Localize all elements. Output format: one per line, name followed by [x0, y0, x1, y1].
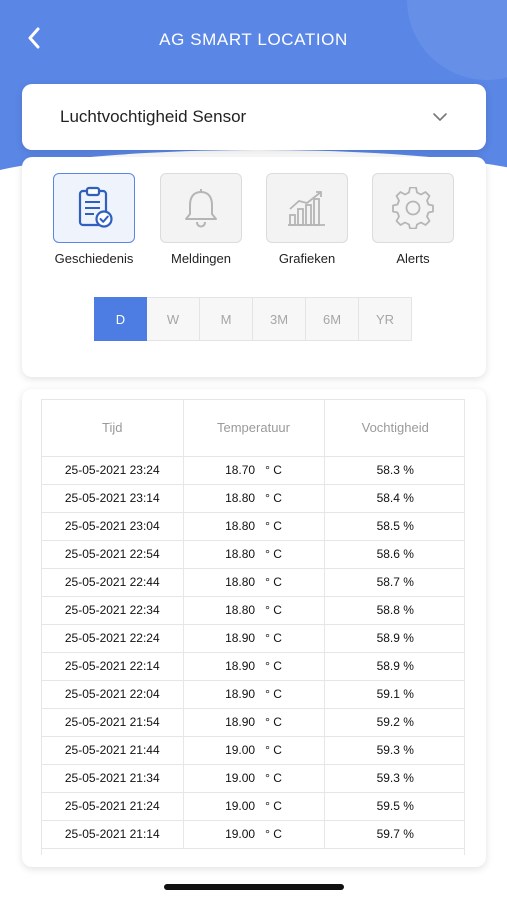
- menu-icon-box: [266, 173, 348, 243]
- cell-time: 25-05-2021 21:54: [42, 708, 184, 737]
- table-row: 25-05-2021 21:14 19.00 ° C 59.7 %: [42, 820, 464, 849]
- cell-temperature: 18.80 ° C: [183, 568, 325, 597]
- period-button-6m[interactable]: 6M: [306, 297, 359, 341]
- menu-item-alerts[interactable]: Alerts: [363, 173, 463, 266]
- cell-time: 25-05-2021 22:34: [42, 596, 184, 625]
- cell-humidity: 58.9 %: [324, 624, 464, 653]
- app-screen: AG SMART LOCATION Luchtvochtigheid Senso…: [0, 0, 507, 900]
- cell-humidity: 59.1 %: [324, 680, 464, 709]
- table-row: 25-05-2021 21:34 19.00 ° C 59.3 %: [42, 764, 464, 793]
- menu-item-grafieken[interactable]: Grafieken: [257, 173, 357, 266]
- sensor-dropdown[interactable]: Luchtvochtigheid Sensor: [22, 84, 486, 150]
- column-header-tijd: Tijd: [42, 400, 184, 457]
- table-row: 25-05-2021 22:04 18.90 ° C 59.1 %: [42, 680, 464, 709]
- column-header-temperatuur: Temperatuur: [183, 400, 325, 457]
- cell-time: 25-05-2021 22:14: [42, 652, 184, 681]
- cell-humidity: 58.7 %: [324, 568, 464, 597]
- cell-temperature: 18.80 ° C: [183, 484, 325, 513]
- bar-chart-icon: [288, 191, 325, 226]
- cell-temperature: 18.80 ° C: [183, 512, 325, 541]
- bell-icon: [185, 189, 217, 228]
- menu-label: Grafieken: [278, 251, 336, 266]
- chevron-down-icon: [433, 113, 447, 121]
- cell-temperature: 18.70 ° C: [183, 456, 325, 485]
- cell-temperature: 18.90 ° C: [183, 624, 325, 653]
- table-header-row: Tijd Temperatuur Vochtigheid: [42, 400, 464, 457]
- period-button-m[interactable]: M: [200, 297, 253, 341]
- table-row: 25-05-2021 23:14 18.80 ° C 58.4 %: [42, 484, 464, 513]
- cell-time: 25-05-2021 22:24: [42, 624, 184, 653]
- cell-temperature: 18.80 ° C: [183, 596, 325, 625]
- cell-time: 25-05-2021 21:44: [42, 736, 184, 765]
- table-row: 25-05-2021 21:44 19.00 ° C 59.3 %: [42, 736, 464, 765]
- cell-temperature: 18.80 ° C: [183, 540, 325, 569]
- period-selector: D W M 3M 6M YR: [94, 297, 412, 341]
- cell-humidity: 59.7 %: [324, 820, 464, 849]
- gear-icon: [392, 187, 434, 229]
- menu-label: Geschiedenis: [54, 251, 134, 266]
- clipboard-check-icon: [78, 186, 113, 228]
- cell-temperature: 19.00 ° C: [183, 820, 325, 849]
- table-row: 25-05-2021 22:44 18.80 ° C 58.7 %: [42, 568, 464, 597]
- cell-time: 25-05-2021 23:24: [42, 456, 184, 485]
- cell-temperature: 19.00 ° C: [183, 764, 325, 793]
- column-header-vochtigheid: Vochtigheid: [324, 400, 464, 457]
- menu-icon-box: [372, 173, 454, 243]
- table-row: 25-05-2021 22:34 18.80 ° C 58.8 %: [42, 596, 464, 625]
- period-button-w[interactable]: W: [147, 297, 200, 341]
- table-row: 25-05-2021 22:14 18.90 ° C 58.9 %: [42, 652, 464, 681]
- cell-temperature: 19.00 ° C: [183, 736, 325, 765]
- cell-time: 25-05-2021 22:54: [42, 540, 184, 569]
- cell-humidity: 58.3 %: [324, 456, 464, 485]
- cell-humidity: 59.2 %: [324, 708, 464, 737]
- cell-time: 25-05-2021 21:24: [42, 792, 184, 821]
- table-row: 25-05-2021 23:04 18.80 ° C 58.5 %: [42, 512, 464, 541]
- history-table: Tijd Temperatuur Vochtigheid 25-05-2021 …: [42, 400, 464, 849]
- menu-label: Alerts: [396, 251, 430, 266]
- page-title: AG SMART LOCATION: [159, 30, 348, 49]
- menu-card: Geschiedenis Meldingen Grafieken Alerts …: [22, 157, 486, 377]
- period-button-d[interactable]: D: [94, 297, 147, 341]
- cell-humidity: 59.3 %: [324, 764, 464, 793]
- history-table-scroll[interactable]: Tijd Temperatuur Vochtigheid 25-05-2021 …: [41, 399, 465, 855]
- cell-time: 25-05-2021 23:04: [42, 512, 184, 541]
- cell-temperature: 18.90 ° C: [183, 708, 325, 737]
- table-row: 25-05-2021 22:54 18.80 ° C 58.6 %: [42, 540, 464, 569]
- table-row: 25-05-2021 23:24 18.70 ° C 58.3 %: [42, 456, 464, 485]
- cell-time: 25-05-2021 23:14: [42, 484, 184, 513]
- cell-time: 25-05-2021 21:34: [42, 764, 184, 793]
- cell-time: 25-05-2021 21:14: [42, 820, 184, 849]
- menu-item-meldingen[interactable]: Meldingen: [151, 173, 251, 266]
- menu-item-geschiedenis[interactable]: Geschiedenis: [44, 173, 144, 266]
- cell-humidity: 58.4 %: [324, 484, 464, 513]
- table-row: 25-05-2021 21:54 18.90 ° C 59.2 %: [42, 708, 464, 737]
- cell-time: 25-05-2021 22:44: [42, 568, 184, 597]
- cell-time: 25-05-2021 22:04: [42, 680, 184, 709]
- table-row: 25-05-2021 21:24 19.00 ° C 59.5 %: [42, 792, 464, 821]
- home-indicator[interactable]: [164, 884, 344, 890]
- table-body: 25-05-2021 23:24 18.70 ° C 58.3 % 25-05-202…: [42, 456, 464, 849]
- menu-label: Meldingen: [171, 251, 231, 266]
- cell-temperature: 18.90 ° C: [183, 652, 325, 681]
- period-button-3m[interactable]: 3M: [253, 297, 306, 341]
- table-row: 25-05-2021 22:24 18.90 ° C 58.9 %: [42, 624, 464, 653]
- cell-temperature: 19.00 ° C: [183, 792, 325, 821]
- cell-humidity: 58.5 %: [324, 512, 464, 541]
- period-button-yr[interactable]: YR: [359, 297, 412, 341]
- cell-temperature: 18.90 ° C: [183, 680, 325, 709]
- cell-humidity: 58.6 %: [324, 540, 464, 569]
- cell-humidity: 59.5 %: [324, 792, 464, 821]
- sensor-dropdown-value: Luchtvochtigheid Sensor: [60, 107, 247, 126]
- menu-icon-box: [160, 173, 242, 243]
- menu-icon-box: [53, 173, 135, 243]
- cell-humidity: 58.8 %: [324, 596, 464, 625]
- cell-humidity: 58.9 %: [324, 652, 464, 681]
- history-table-card: Tijd Temperatuur Vochtigheid 25-05-2021 …: [22, 389, 486, 867]
- cell-humidity: 59.3 %: [324, 736, 464, 765]
